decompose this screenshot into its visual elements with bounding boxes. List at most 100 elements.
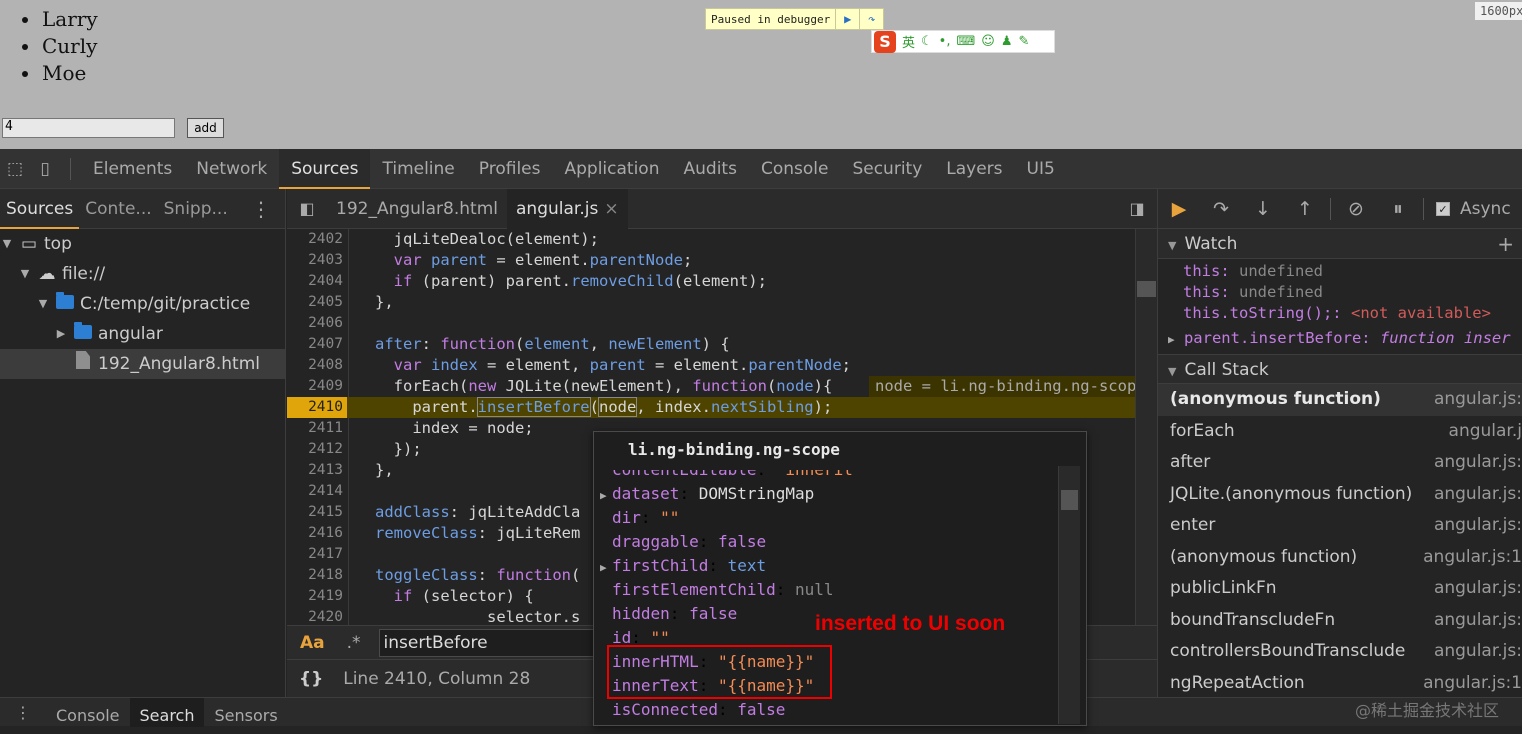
- punctuation-icon[interactable]: •,: [939, 34, 951, 49]
- file-tab-html[interactable]: 192_Angular8.html: [327, 189, 507, 229]
- call-frame[interactable]: enter angular.js:: [1158, 510, 1522, 542]
- tab-layers[interactable]: Layers: [934, 149, 1014, 189]
- toggle-navigator-icon[interactable]: ◧: [287, 199, 327, 218]
- popover-scrollbar[interactable]: [1058, 466, 1080, 724]
- call-frame[interactable]: forEach angular.j: [1158, 415, 1522, 447]
- call-frame[interactable]: boundTranscludeFn angular.js:: [1158, 604, 1522, 636]
- pause-on-exceptions-icon[interactable]: ⏸: [1377, 198, 1419, 220]
- add-watch-icon[interactable]: +: [1497, 229, 1514, 259]
- close-icon[interactable]: ×: [604, 199, 618, 219]
- watch-item[interactable]: this: undefined: [1158, 261, 1522, 282]
- step-out-icon[interactable]: ↑: [1284, 198, 1326, 220]
- moon-icon[interactable]: ☾: [921, 34, 933, 49]
- list-item: Curly: [20, 33, 98, 60]
- match-case-toggle[interactable]: Aa: [300, 633, 325, 653]
- property-row[interactable]: ▶ firstChild: text: [600, 554, 766, 578]
- tab-console[interactable]: Console: [749, 149, 841, 189]
- property-row[interactable]: ▶ dataset: DOMStringMap: [600, 482, 814, 506]
- toggle-debugger-icon[interactable]: ◨: [1117, 199, 1157, 218]
- callstack-section-header[interactable]: ▼ Call Stack: [1158, 354, 1522, 384]
- keyboard-icon[interactable]: ⌨: [956, 34, 975, 49]
- watch-section-header[interactable]: ▼ Watch +: [1158, 229, 1522, 259]
- tab-timeline[interactable]: Timeline: [370, 149, 466, 189]
- tab-security[interactable]: Security: [840, 149, 934, 189]
- tab-ui5[interactable]: UI5: [1015, 149, 1067, 189]
- search-input[interactable]: insertBefore: [378, 628, 599, 657]
- deactivate-breakpoints-icon[interactable]: ⊘: [1335, 198, 1377, 220]
- property-row[interactable]: isConnected: false: [600, 698, 785, 722]
- property-row[interactable]: draggable: false: [600, 530, 766, 554]
- scrollbar-thumb[interactable]: [1137, 281, 1156, 297]
- tab-profiles[interactable]: Profiles: [467, 149, 553, 189]
- call-frame[interactable]: controllersBoundTransclude angular.js:: [1158, 636, 1522, 668]
- watch-item[interactable]: this: undefined: [1158, 282, 1522, 303]
- device-toolbar-icon[interactable]: ▯: [30, 149, 60, 189]
- drawer-tab-console[interactable]: Console: [46, 698, 130, 727]
- tree-item-angular-folder[interactable]: ▶ angular: [0, 319, 285, 349]
- tree-item-file[interactable]: ▼ ☁ file://: [0, 259, 285, 289]
- tree-label: file://: [62, 264, 106, 284]
- collapsed-arrow-icon[interactable]: ▶: [54, 319, 68, 349]
- call-frame[interactable]: after angular.js:: [1158, 447, 1522, 479]
- tree-item-top[interactable]: ▼ ▭ top: [0, 229, 285, 259]
- ime-language[interactable]: 英: [902, 32, 915, 51]
- add-button[interactable]: add: [187, 118, 224, 138]
- tab-application[interactable]: Application: [553, 149, 672, 189]
- highlight-box: [607, 645, 832, 699]
- tree-item-practice-folder[interactable]: ▼ C:/temp/git/practice: [0, 289, 285, 319]
- skin-icon[interactable]: ♟: [1001, 34, 1013, 49]
- collapsed-arrow-icon: ▶: [600, 561, 607, 574]
- watch-item[interactable]: this.toString();: <not available>: [1158, 303, 1522, 324]
- callstack-title: Call Stack: [1184, 360, 1269, 380]
- call-frame[interactable]: publicLinkFn angular.js:: [1158, 573, 1522, 605]
- drawer-tab-search[interactable]: Search: [129, 697, 205, 727]
- regex-toggle[interactable]: .*: [347, 633, 361, 653]
- tab-network[interactable]: Network: [184, 149, 279, 189]
- call-frame[interactable]: JQLite.(anonymous function) angular.js:: [1158, 478, 1522, 510]
- step-over-icon[interactable]: ↷: [1200, 198, 1242, 220]
- drawer-tab-sensors[interactable]: Sensors: [204, 698, 287, 727]
- more-options-icon[interactable]: ⋮: [251, 197, 271, 221]
- ime-toolbar: S 英 ☾ •, ⌨ ☺ ♟ ✎: [871, 30, 1055, 53]
- code-line: 2402 jqLiteDealoc(element);: [308, 230, 599, 248]
- inspect-element-icon[interactable]: ⬚: [0, 149, 30, 189]
- name-input[interactable]: 4: [2, 118, 175, 138]
- subtab-content-scripts[interactable]: Conte...: [79, 189, 157, 229]
- editor-scrollbar[interactable]: [1135, 229, 1157, 625]
- tree-label: angular: [98, 324, 163, 344]
- property-row[interactable]: hidden: false: [600, 602, 737, 626]
- pretty-print-icon[interactable]: {}: [299, 669, 323, 689]
- tab-elements[interactable]: Elements: [81, 149, 184, 189]
- tab-sources[interactable]: Sources: [279, 148, 371, 189]
- property-row[interactable]: dir: "": [600, 506, 679, 530]
- property-row[interactable]: contentEditable: "inherit": [600, 470, 862, 482]
- code-line: 2408 var index = element, parent = eleme…: [308, 356, 851, 374]
- subtab-snippets[interactable]: Snipp...: [158, 189, 234, 229]
- scrollbar-thumb[interactable]: [1061, 490, 1078, 510]
- async-checkbox[interactable]: ✓: [1436, 201, 1450, 216]
- expanded-arrow-icon[interactable]: ▼: [36, 289, 50, 319]
- expanded-arrow-icon[interactable]: ▼: [18, 259, 32, 289]
- tree-label: C:/temp/git/practice: [80, 294, 251, 314]
- property-row[interactable]: firstElementChild: null: [600, 578, 834, 602]
- stooges-list: Larry Curly Moe: [20, 6, 98, 87]
- watch-item-expandable[interactable]: ▶ parent.insertBefore: function inser: [1158, 324, 1522, 352]
- tab-audits[interactable]: Audits: [672, 149, 749, 189]
- tree-item-html-file[interactable]: 192_Angular8.html: [0, 349, 285, 379]
- call-frame[interactable]: ngRepeatAction angular.js:1: [1158, 667, 1522, 697]
- subtab-sources[interactable]: Sources: [0, 189, 80, 229]
- expanded-arrow-icon[interactable]: ▼: [0, 229, 14, 259]
- call-frame[interactable]: (anonymous function) angular.js:: [1158, 384, 1522, 416]
- call-frame[interactable]: (anonymous function) angular.js:1: [1158, 541, 1522, 573]
- wrench-icon[interactable]: ✎: [1018, 34, 1029, 49]
- resume-icon[interactable]: ▶: [1158, 198, 1200, 220]
- file-tab-angular[interactable]: angular.js ×: [507, 188, 628, 229]
- resume-icon[interactable]: ▶: [835, 9, 859, 29]
- step-into-icon[interactable]: ↓: [1242, 198, 1284, 220]
- watermark: @稀土掘金技术社区: [1355, 701, 1500, 720]
- step-over-icon[interactable]: ↷: [859, 9, 883, 29]
- user-icon[interactable]: ☺: [981, 34, 995, 49]
- annotation-text: inserted to UI soon: [815, 612, 1006, 635]
- list-item: Larry: [20, 6, 98, 33]
- drawer-menu-icon[interactable]: ⋮: [0, 703, 46, 722]
